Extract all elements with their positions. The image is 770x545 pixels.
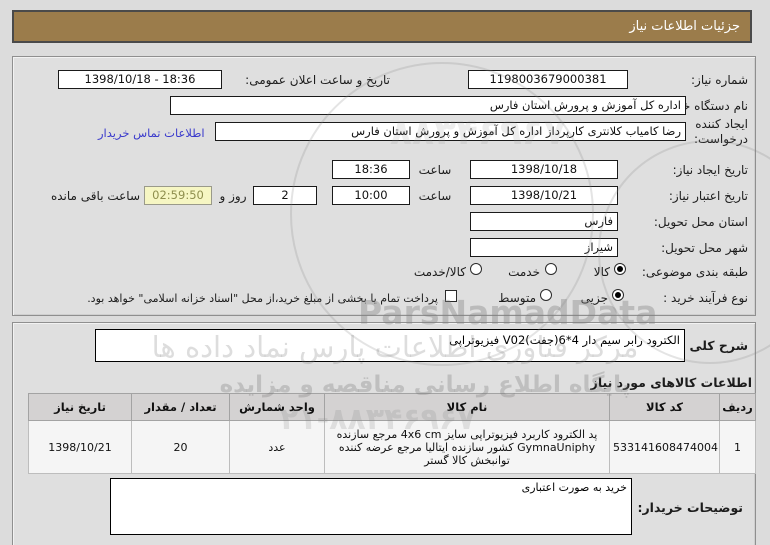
col-unit: واحد شمارش (229, 393, 325, 421)
col-need-date: تاریخ نیاز (28, 393, 132, 421)
created-time-label: ساعت (418, 163, 452, 177)
treasury-checkbox[interactable] (445, 290, 457, 302)
col-quantity: تعداد / مقدار (131, 393, 230, 421)
radio-service[interactable] (545, 263, 557, 275)
radio-goods-service-label: کالا/خدمت (413, 265, 466, 279)
radio-minor-label: جزیی (580, 291, 608, 305)
page-title-bar: جزئیات اطلاعات نیاز (12, 10, 752, 43)
cell-unit: عدد (229, 420, 325, 474)
items-table-header: ردیف کد کالا نام کالا واحد شمارش تعداد /… (28, 393, 756, 421)
need-number-label: شماره نیاز: (691, 73, 748, 87)
items-table: ردیف کد کالا نام کالا واحد شمارش تعداد /… (28, 393, 756, 474)
buyer-notes-label: توضیحات خریدار: (637, 500, 743, 515)
radio-minor[interactable] (612, 289, 624, 301)
radio-goods[interactable] (614, 263, 626, 275)
created-time-input[interactable]: 18:36 (332, 160, 410, 179)
radio-medium-label: متوسط (498, 291, 536, 305)
category-label: طبقه بندی موضوعی: (641, 265, 748, 279)
created-date-input[interactable]: 1398/10/18 (470, 160, 618, 179)
announce-datetime-label: تاریخ و ساعت اعلان عمومی: (245, 73, 390, 87)
col-item-code: کد کالا (609, 393, 720, 421)
request-creator-input[interactable]: رضا کامیاب کلانتری کارپرداز اداره کل آمو… (215, 122, 686, 141)
radio-medium[interactable] (540, 289, 552, 301)
announce-datetime-input[interactable]: 1398/10/18 - 18:36 (58, 70, 222, 89)
radio-goods-service[interactable] (470, 263, 482, 275)
radio-goods-label: کالا (593, 265, 610, 279)
created-date-label: تاریخ ایجاد نیاز: (672, 163, 748, 177)
remaining-days-label: روز و (219, 189, 247, 203)
province-input[interactable]: فارس (470, 212, 618, 231)
need-details-page: جزئیات اطلاعات نیاز شماره نیاز: 11980036… (0, 0, 770, 545)
city-label: شهر محل تحویل: (661, 241, 748, 255)
cell-row: 1 (719, 420, 756, 474)
remaining-suffix-label: ساعت باقی مانده (50, 189, 140, 203)
expiry-date-label: تاریخ اعتبار نیاز: (668, 189, 748, 203)
process-type-label: نوع فرآیند خرید : (663, 291, 748, 305)
remaining-countdown: 02:59:50 (144, 186, 212, 205)
radio-service-label: خدمت (508, 265, 540, 279)
table-row: 1 533141608474004 پد الکترود کاربرد فیزی… (28, 420, 756, 474)
buyer-contact-link[interactable]: اطلاعات تماس خریدار (98, 126, 205, 140)
expiry-date-input[interactable]: 1398/10/21 (470, 186, 618, 205)
col-row: ردیف (719, 393, 756, 421)
buyer-notes-textarea[interactable]: خرید به صورت اعتباری (110, 478, 632, 535)
remaining-days-input: 2 (253, 186, 317, 205)
buyer-org-input[interactable]: اداره کل آموزش و پرورش استان فارس (170, 96, 686, 115)
expiry-time-input[interactable]: 10:00 (332, 186, 410, 205)
cell-item-name: پد الکترود کاربرد فیزیوتراپی سایز 4x6 cm… (324, 420, 610, 474)
cell-need-date: 1398/10/21 (28, 420, 132, 474)
need-number-input[interactable]: 1198003679000381 (468, 70, 628, 89)
province-label: استان محل تحویل: (653, 215, 748, 229)
cell-quantity: 20 (131, 420, 230, 474)
treasury-checkbox-label: پرداخت تمام یا بخشی از مبلغ خرید،از محل … (87, 292, 438, 305)
items-section-title: اطلاعات کالاهای مورد نیاز (590, 375, 752, 390)
col-item-name: نام کالا (324, 393, 610, 421)
expiry-time-label: ساعت (418, 189, 452, 203)
cell-item-code: 533141608474004 (609, 420, 720, 474)
description-input[interactable]: الکترود رابر سیم دار 4*6(جفت)V02 فیزیوتر… (95, 329, 685, 362)
page-title: جزئیات اطلاعات نیاز (629, 19, 740, 34)
city-input[interactable]: شیراز (470, 238, 618, 257)
